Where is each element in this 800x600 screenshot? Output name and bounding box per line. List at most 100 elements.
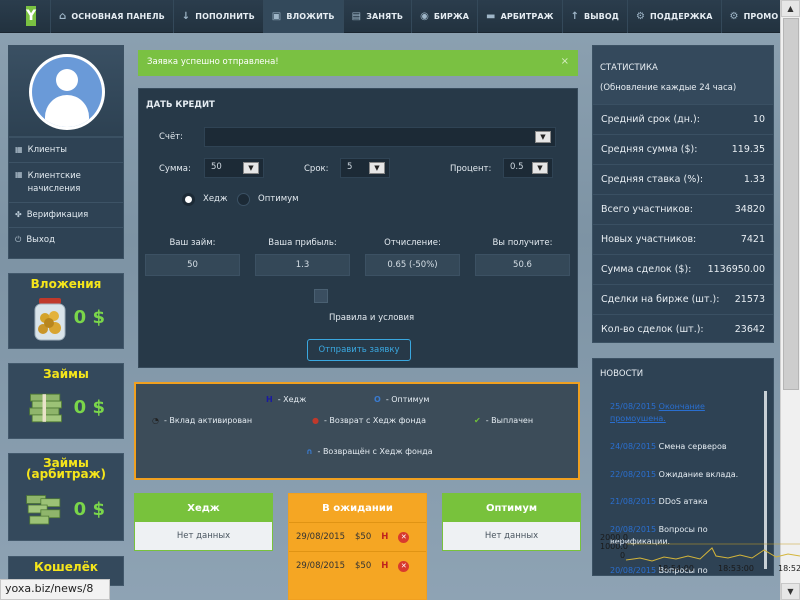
statistics-title: СТАТИСТИКА (600, 63, 658, 73)
avatar[interactable] (29, 54, 105, 130)
submit-request-button[interactable]: Отправить заявку (307, 339, 411, 361)
sidebar-item-logout[interactable]: ⏻ Выход (9, 228, 123, 252)
scroll-up-icon[interactable]: ▲ (781, 0, 800, 17)
nav-label: АРБИТРАЖ (500, 11, 554, 21)
news-item[interactable]: 25/08/2015 Окончание промоушена. (610, 401, 750, 425)
sidebar-item-accruals[interactable]: ▦ Клиентские начисления (9, 163, 123, 203)
news-title: НОВОСТИ (600, 369, 644, 379)
stat-row: Сумма сделок ($): 1136950.00 (593, 254, 773, 284)
promo-icon: ⚙ (729, 10, 739, 22)
news-text[interactable]: DDoS атака (659, 497, 708, 506)
news-text[interactable]: Смена серверов (659, 442, 727, 451)
scroll-thumb[interactable] (783, 18, 799, 390)
deposit-icon: ▣ (271, 10, 282, 22)
radio-hedge[interactable] (182, 193, 195, 206)
nav-label: ПОДДЕРЖКА (650, 11, 713, 21)
news-date[interactable]: 22/08/2015 (610, 470, 656, 479)
nav-label: ЗАНЯТЬ (366, 11, 404, 21)
chart-x-tick: 18:54:00 (658, 564, 694, 573)
investments-amount: 0 $ (73, 307, 105, 328)
news-item[interactable]: 24/08/2015 Смена серверов (610, 441, 727, 453)
news-item[interactable]: 22/08/2015 Ожидание вклада. (610, 469, 738, 481)
give-credit-form: ДАТЬ КРЕДИТ Счёт: ▼ Сумма: 50 ▼ Срок: 5 … (138, 88, 578, 368)
legend-activated-label: Вклад активирован (169, 416, 253, 425)
alert-text: Заявка успешно отправлена! (147, 57, 279, 67)
account-label: Счёт: (159, 132, 184, 142)
news-date[interactable]: 21/08/2015 (610, 497, 656, 506)
close-icon[interactable]: × (561, 56, 569, 67)
nav-exchange[interactable]: ◉ БИРЖА (411, 0, 477, 33)
table-row: 29/08/2015 $50 H ✕ (289, 551, 426, 580)
nav-withdraw[interactable]: ↑ ВЫВОД (561, 0, 627, 33)
radio-optimum[interactable] (237, 193, 250, 206)
legend-paid-label: Выплачен (491, 416, 534, 425)
nav-borrow[interactable]: ▤ ЗАНЯТЬ (342, 0, 411, 33)
logo[interactable]: Y (26, 6, 37, 26)
terms-checkbox[interactable] (314, 289, 328, 303)
nav-main-panel[interactable]: ⌂ ОСНОВНАЯ ПАНЕЛЬ (50, 0, 173, 33)
row-amount: $50 (355, 561, 372, 571)
cancel-icon[interactable]: ✕ (398, 531, 410, 543)
nav-support[interactable]: ⚙ ПОДДЕРЖКА (626, 0, 721, 33)
legend-activated: ◔ - Вклад активирован (152, 416, 253, 425)
calc-label: Отчисление: (384, 238, 441, 248)
account-select[interactable]: ▼ (204, 127, 556, 147)
nav-arbitrage[interactable]: ▬ АРБИТРАЖ (477, 0, 562, 33)
status-legend: H- Хедж O- Оптимум ◔ - Вклад активирован … (134, 382, 580, 480)
news-item[interactable]: 21/08/2015 DDoS атака (610, 496, 708, 508)
nav-promo[interactable]: ⚙ ПРОМО (720, 0, 787, 33)
legend-returned-hedge-label: Возврат с Хедж фонда (329, 416, 426, 425)
sidebar-item-clients[interactable]: ▦ Клиенты (9, 138, 123, 163)
sidebar-item-verification[interactable]: ✤ Верификация (9, 203, 123, 228)
sidebar-menu: ▦ Клиенты ▦ Клиентские начисления ✤ Верифик… (8, 137, 124, 259)
hedge-column-title: Хедж (135, 494, 272, 522)
row-date: 29/08/2015 (296, 561, 345, 571)
stat-row: Средняя сумма ($): 119.35 (593, 134, 773, 164)
hedge-column: Хедж Нет данных (134, 493, 273, 551)
statistics-header: СТАТИСТИКА (Обновление каждые 24 часа) (593, 46, 773, 104)
scroll-down-icon[interactable]: ▼ (781, 583, 800, 600)
arbitrage-loans-box: Займы (арбитраж) 0 $ (8, 453, 124, 541)
money-pile-icon (26, 495, 61, 525)
nav-label: ВЛОЖИТЬ (286, 11, 335, 21)
cancel-icon[interactable]: ✕ (398, 560, 410, 572)
news-text[interactable]: Ожидание вклада. (659, 470, 739, 479)
legend-returned-from-hedge: ∩ - Возвращён с Хедж фонда (306, 447, 433, 456)
sum-label: Сумма: (159, 164, 191, 174)
nav-label: ПОПОЛНИТЬ (195, 11, 255, 21)
check-icon: ✔ (474, 416, 481, 425)
home-icon: ⌂ (59, 10, 67, 22)
stat-row: Средняя ставка (%): 1.33 (593, 164, 773, 194)
chart-x-tick: 18:52 (778, 564, 800, 573)
nav-topup[interactable]: ↓ ПОПОЛНИТЬ (172, 0, 263, 33)
news-date[interactable]: 25/08/2015 (610, 402, 656, 411)
sum-select[interactable]: 50 ▼ (204, 158, 264, 178)
investments-title: Вложения (30, 277, 102, 291)
investments-box: Вложения 0 $ (8, 273, 124, 349)
chevron-down-icon: ▼ (369, 162, 385, 174)
nav-invest[interactable]: ▣ ВЛОЖИТЬ (262, 0, 343, 33)
globe-icon: ◉ (420, 10, 429, 22)
loans-box: Займы 0 $ (8, 363, 124, 439)
upload-icon: ↑ (570, 10, 580, 22)
stat-label: Сумма сделок ($): (601, 264, 692, 275)
browser-status-url: yoxa.biz/news/8 (0, 579, 110, 600)
spinner-icon: ◔ (152, 416, 159, 425)
chart-y-bottom: 1000.0 (600, 542, 628, 551)
loans-amount: 0 $ (73, 397, 105, 418)
legend-optimum-label: Оптимум (391, 395, 430, 404)
news-date[interactable]: 24/08/2015 (610, 442, 656, 451)
optimum-column: Оптимум Нет данных (442, 493, 581, 551)
optimum-o-icon: O (374, 395, 381, 404)
percent-select[interactable]: 0.5 ▼ (503, 158, 553, 178)
nav-label: ПРОМО (743, 11, 779, 21)
coin-jar-icon (34, 298, 66, 341)
stat-label: Сделки на бирже (шт.): (601, 294, 720, 305)
page-scrollbar[interactable]: ▲ ▼ (780, 0, 800, 600)
chevron-down-icon: ▼ (532, 162, 548, 174)
calc-loan-value: 50 (145, 254, 240, 276)
calc-label: Вы получите: (492, 238, 553, 248)
terms-label[interactable]: Правила и условия (329, 313, 414, 323)
term-select[interactable]: 5 ▼ (340, 158, 390, 178)
sum-value: 50 (211, 162, 222, 172)
